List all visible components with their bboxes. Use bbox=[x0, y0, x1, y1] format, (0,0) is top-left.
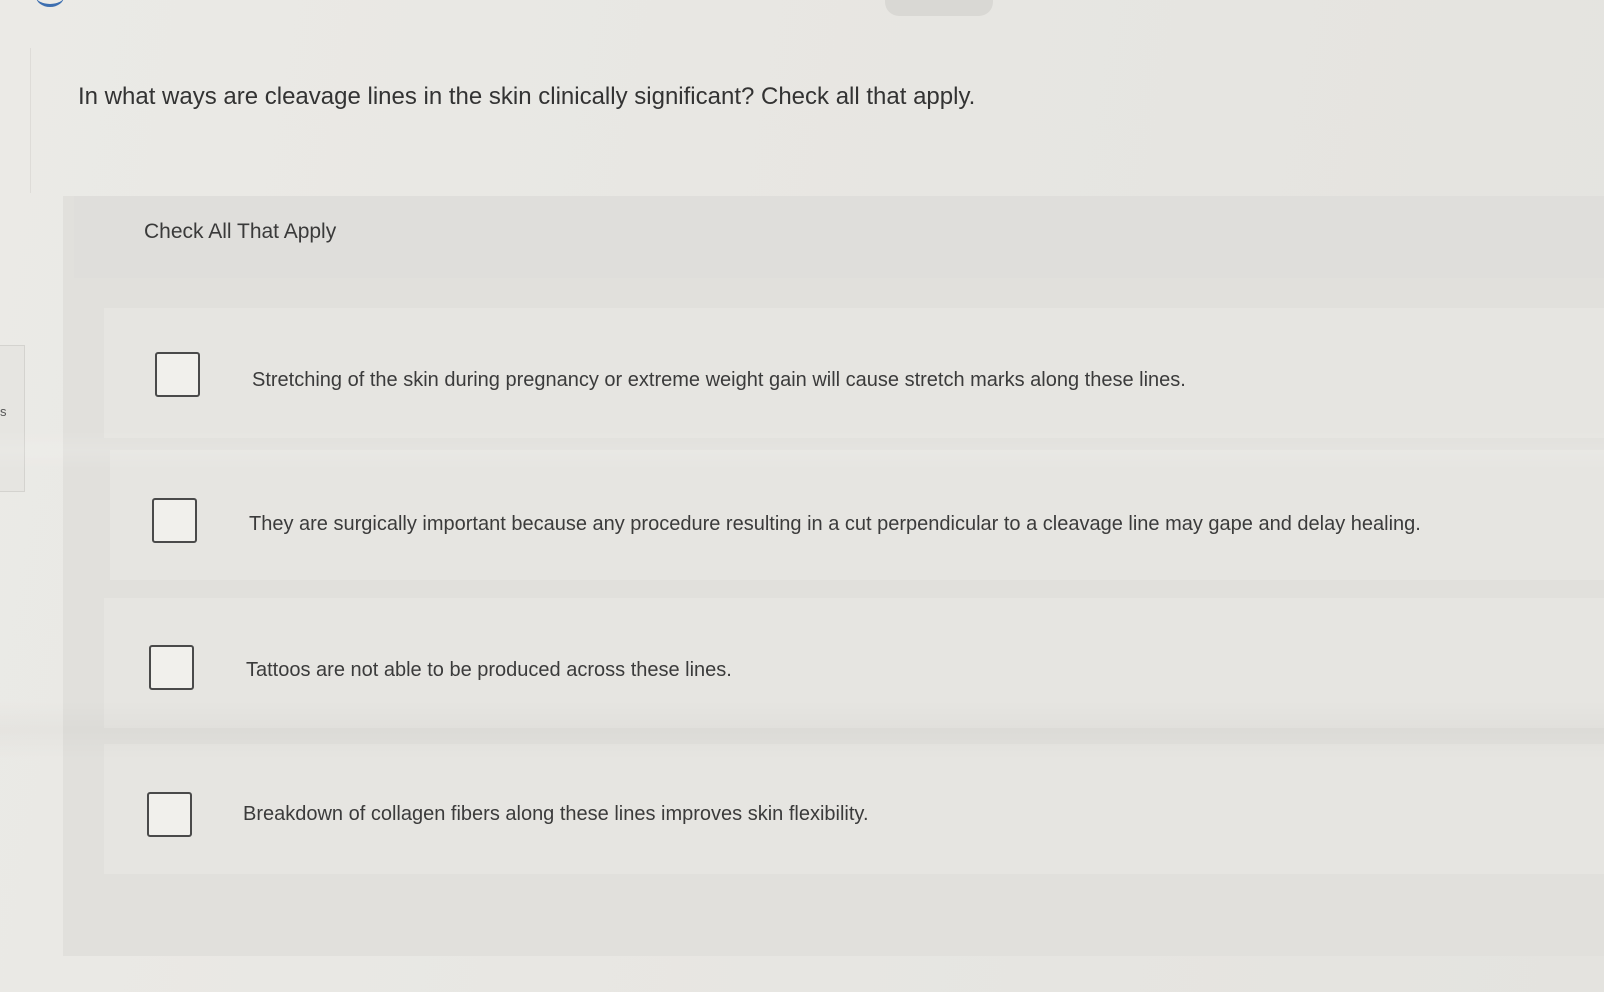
option-4-label[interactable]: Breakdown of collagen fibers along these… bbox=[243, 800, 869, 828]
option-4-checkbox[interactable] bbox=[147, 792, 192, 837]
top-status-pill bbox=[885, 0, 993, 16]
option-3-checkbox[interactable] bbox=[149, 645, 194, 690]
side-tab[interactable]: s bbox=[0, 345, 25, 492]
option-1-checkbox[interactable] bbox=[155, 352, 200, 397]
question-frame-edge bbox=[0, 48, 31, 193]
check-all-title: Check All That Apply bbox=[144, 220, 337, 243]
side-tab-label: s bbox=[0, 404, 7, 419]
option-3-label[interactable]: Tattoos are not able to be produced acro… bbox=[246, 656, 732, 684]
option-2-checkbox[interactable] bbox=[152, 498, 197, 543]
question-text: In what ways are cleavage lines in the s… bbox=[78, 83, 976, 110]
option-1-label[interactable]: Stretching of the skin during pregnancy … bbox=[252, 366, 1186, 394]
option-2-label[interactable]: They are surgically important because an… bbox=[249, 510, 1421, 538]
